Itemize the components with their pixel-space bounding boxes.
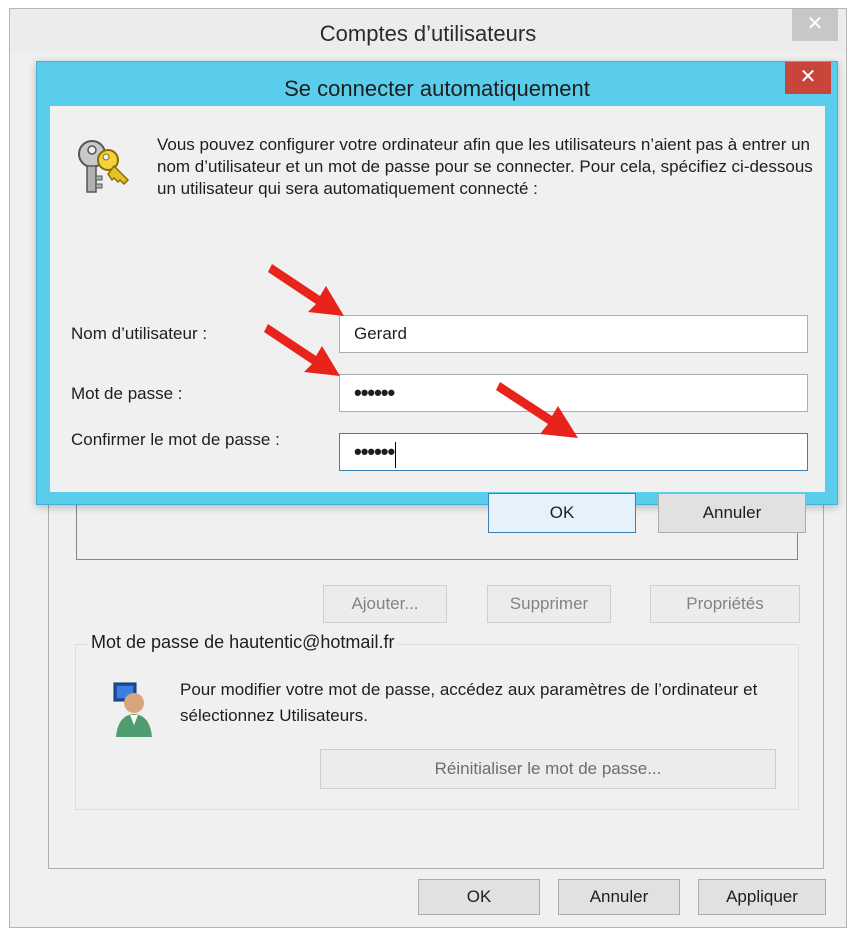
add-user-button[interactable]: Ajouter... [323, 585, 447, 623]
username-label: Nom d’utilisateur : [71, 324, 208, 343]
ok-button[interactable]: OK [418, 879, 540, 915]
password-value: •••••• [354, 380, 395, 405]
annotation-arrow-icon [264, 324, 340, 376]
dialog-ok-button[interactable]: OK [488, 493, 636, 533]
text-caret [395, 441, 397, 468]
close-icon: ✕ [806, 13, 824, 35]
outer-window-title: Comptes d’utilisateurs [319, 21, 537, 46]
cancel-button[interactable]: Annuler [558, 879, 680, 915]
close-icon: ✕ [799, 66, 817, 88]
confirm-password-label: Confirmer le mot de passe : [71, 430, 280, 449]
dialog-cancel-button[interactable]: Annuler [658, 493, 806, 533]
username-field[interactable]: Gerard [339, 315, 808, 353]
dialog-client-area: Vous pouvez configurer votre ordinateur … [50, 106, 825, 533]
dialog-close-button[interactable]: ✕ [785, 62, 831, 94]
dialog-title: Se connecter automatiquement [284, 76, 590, 101]
annotation-arrow-icon [496, 382, 578, 438]
users-tab-panel: Ajouter... Supprimer Propriétés Mot de p… [48, 483, 824, 869]
reset-password-button[interactable]: Réinitialiser le mot de passe... [320, 749, 776, 789]
password-label: Mot de passe : [71, 384, 183, 403]
password-group: Mot de passe de hautentic@hotmail.fr Pou… [75, 632, 799, 810]
outer-close-button[interactable]: ✕ [792, 9, 838, 41]
keys-icon [78, 140, 130, 193]
password-group-label: Mot de passe de hautentic@hotmail.fr [88, 632, 398, 653]
dialog-intro-text: Vous pouvez configurer votre ordinateur … [157, 135, 813, 198]
user-picture-icon [113, 682, 152, 737]
outer-title-bar: Comptes d’utilisateurs ✕ [10, 9, 846, 53]
apply-button[interactable]: Appliquer [698, 879, 826, 915]
annotation-arrow-icon [268, 264, 344, 316]
remove-user-button[interactable]: Supprimer [487, 585, 611, 623]
properties-button[interactable]: Propriétés [650, 585, 800, 623]
password-group-text: Pour modifier votre mot de passe, accéde… [180, 680, 758, 725]
auto-logon-dialog: Se connecter automatiquement ✕ Vous pouv… [36, 61, 838, 533]
username-value: Gerard [354, 324, 407, 343]
confirm-password-value: •••••• [354, 439, 395, 464]
